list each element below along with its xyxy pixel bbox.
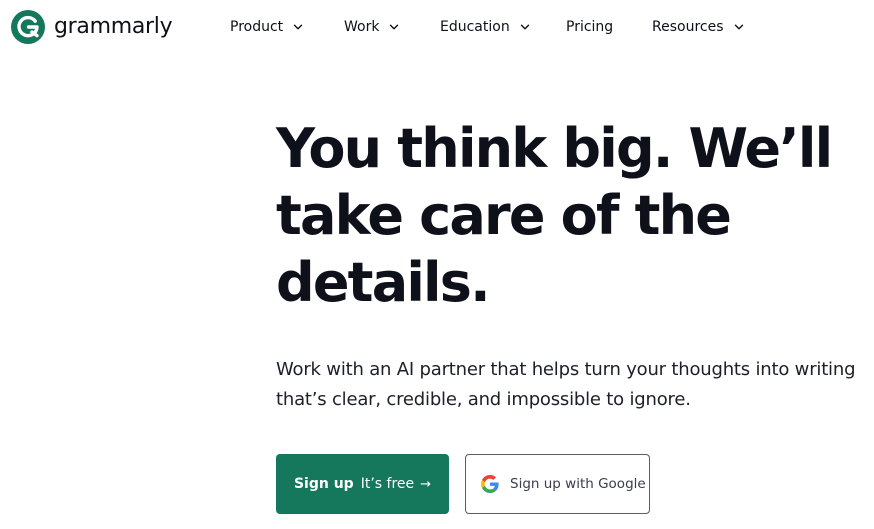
chevron-down-icon — [390, 24, 399, 30]
hero-headline-line: take care of the — [276, 184, 732, 247]
its-free-label: It’s free — [360, 476, 415, 492]
sign-up-label: Sign up — [293, 476, 354, 492]
hero-subtitle: Work with an AI partner that helps turn … — [276, 355, 868, 415]
arrow-right-icon: → — [420, 476, 432, 492]
nav-item-label: Work — [344, 19, 380, 35]
hero-subtitle-line: Work with an AI partner that helps turn … — [276, 359, 856, 380]
grammarly-logo-icon — [11, 10, 45, 44]
nav-item-education[interactable]: Education — [440, 16, 530, 38]
chevron-down-icon — [734, 24, 743, 30]
nav-item-label: Pricing — [566, 19, 614, 35]
nav-item-work[interactable]: Work — [344, 16, 399, 38]
chevron-down-icon — [520, 24, 529, 30]
nav-item-pricing[interactable]: Pricing — [566, 16, 613, 38]
google-icon — [481, 475, 499, 493]
chevron-down-icon — [293, 24, 303, 30]
nav-item-label: Resources — [652, 19, 724, 35]
sign-up-with-google-button[interactable]: Sign up with Google — [465, 454, 650, 514]
hero-subtitle-line: that’s clear, credible, and impossible t… — [276, 389, 691, 410]
hero-headline: You think big. We’ll take care of the deta… — [276, 115, 846, 316]
hero-headline-line: You think big. We’ll — [276, 117, 833, 180]
top-nav-bar: grammarly Product Work Education Pricing… — [0, 0, 874, 56]
brand-name: grammarly — [54, 14, 173, 39]
google-button-label: Sign up with Google — [510, 476, 646, 492]
sign-up-button[interactable]: Sign up It’s free → — [276, 454, 449, 514]
nav-item-label: Education — [440, 19, 510, 35]
nav-item-label: Product — [230, 19, 284, 35]
grammarly-logo[interactable]: grammarly — [11, 10, 173, 44]
nav-item-product[interactable]: Product — [230, 16, 303, 38]
hero-headline-line: details. — [276, 251, 491, 314]
nav-item-resources[interactable]: Resources — [652, 16, 744, 38]
